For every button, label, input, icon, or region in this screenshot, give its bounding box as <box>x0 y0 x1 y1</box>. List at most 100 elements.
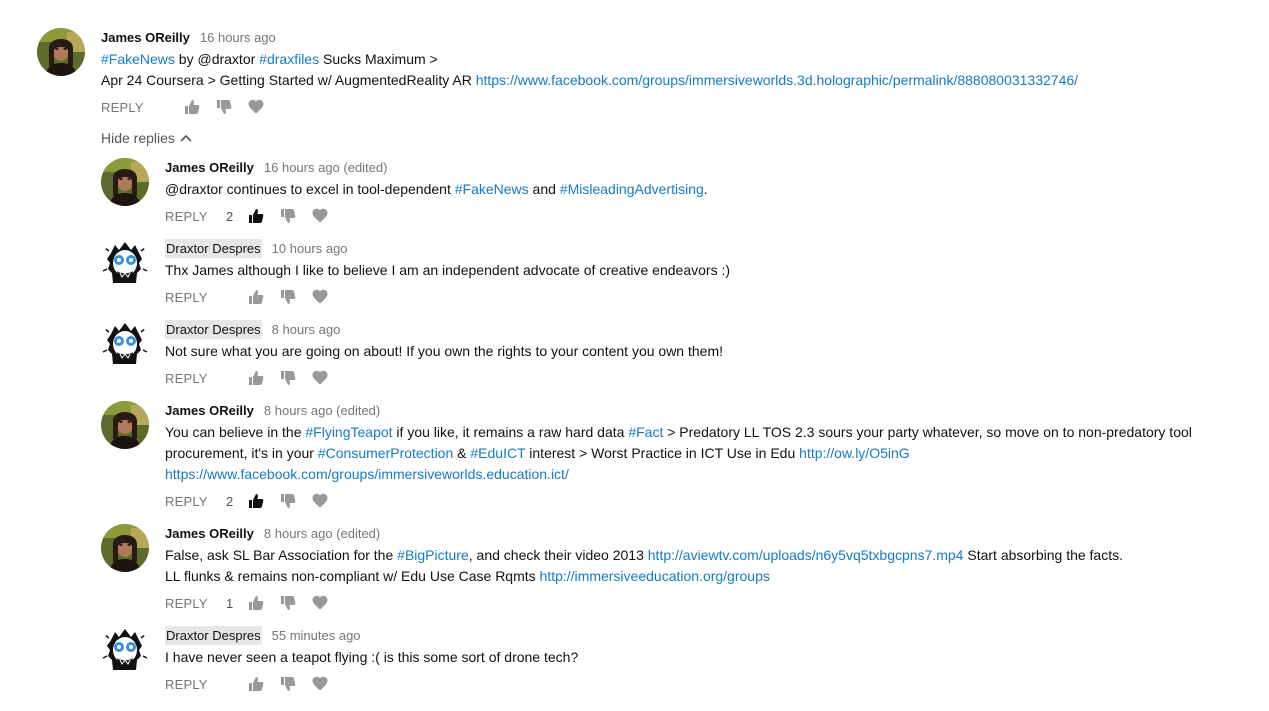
text-segment: . <box>703 181 708 197</box>
heart-icon[interactable] <box>312 370 328 386</box>
thumb-down-icon[interactable] <box>280 595 296 611</box>
comment-actions: REPLY 2 <box>165 204 708 228</box>
comment-actions: REPLY 1 <box>165 591 1123 615</box>
timestamp[interactable]: 16 hours ago (edited) <box>264 158 388 177</box>
thumb-up-icon[interactable] <box>248 493 264 509</box>
comment-header: Draxtor Despres 8 hours ago <box>165 320 723 339</box>
thumb-up-icon[interactable] <box>248 676 264 692</box>
hashtag-link[interactable]: #ConsumerProtection <box>318 445 453 461</box>
url-link[interactable]: http://aviewtv.com/uploads/n6y5vq5txbgcp… <box>648 547 964 563</box>
comment-line: False, ask SL Bar Association for the #B… <box>165 545 1123 566</box>
comment-body: Draxtor Despres 55 minutes ago I have ne… <box>165 626 578 696</box>
author-name[interactable]: James OReilly <box>165 158 254 177</box>
author-name[interactable]: James OReilly <box>165 401 254 420</box>
reply-button[interactable]: REPLY <box>165 290 223 305</box>
heart-icon[interactable] <box>312 289 328 305</box>
comment-actions: REPLY <box>165 672 578 696</box>
text-segment: You can believe in the <box>165 424 306 440</box>
heart-icon[interactable] <box>248 99 264 115</box>
author-name[interactable]: Draxtor Despres <box>165 239 262 258</box>
avatar[interactable] <box>101 320 149 368</box>
reply-button[interactable]: REPLY <box>165 371 223 386</box>
thumb-down-icon[interactable] <box>280 676 296 692</box>
hashtag-link[interactable]: #FlyingTeapot <box>305 424 392 440</box>
comment-body: James OReilly 16 hours ago #FakeNews by … <box>101 28 1078 119</box>
author-name[interactable]: Draxtor Despres <box>165 320 262 339</box>
thumb-up-icon[interactable] <box>248 208 264 224</box>
heart-icon[interactable] <box>312 676 328 692</box>
hashtag-link[interactable]: #EduICT <box>470 445 525 461</box>
text-segment: & <box>453 445 471 461</box>
heart-icon[interactable] <box>312 595 328 611</box>
timestamp[interactable]: 55 minutes ago <box>272 626 361 645</box>
thumb-up-icon[interactable] <box>248 289 264 305</box>
hashtag-link[interactable]: #draxfiles <box>259 51 319 67</box>
avatar[interactable] <box>101 158 149 206</box>
timestamp[interactable]: 10 hours ago <box>272 239 348 258</box>
thumb-up-icon[interactable] <box>248 595 264 611</box>
text-segment: @draxtor continues to excel in tool-depe… <box>165 181 455 197</box>
comment-text: @draxtor continues to excel in tool-depe… <box>165 179 708 200</box>
avatar[interactable] <box>37 28 85 76</box>
timestamp[interactable]: 8 hours ago (edited) <box>264 524 380 543</box>
url-link[interactable]: http://ow.ly/O5inG <box>799 445 910 461</box>
comment-body: James OReilly 8 hours ago (edited) False… <box>165 524 1123 615</box>
text-segment: LL flunks & remains non-compliant w/ Edu… <box>165 568 540 584</box>
hashtag-link[interactable]: #MisleadingAdvertising <box>560 181 704 197</box>
timestamp[interactable]: 8 hours ago <box>272 320 341 339</box>
text-segment: Apr 24 Coursera > Getting Started w/ Aug… <box>101 72 476 88</box>
reply-button[interactable]: REPLY <box>101 100 159 115</box>
reply-button[interactable]: REPLY <box>165 494 223 509</box>
timestamp[interactable]: 8 hours ago (edited) <box>264 401 380 420</box>
top-comment: James OReilly 16 hours ago #FakeNews by … <box>37 28 1078 119</box>
thumb-up-icon[interactable] <box>248 370 264 386</box>
text-segment: , and check their video 2013 <box>468 547 648 563</box>
heart-icon[interactable] <box>312 493 328 509</box>
hashtag-link[interactable]: #FakeNews <box>455 181 529 197</box>
text-segment: by @draxtor <box>174 51 260 67</box>
timestamp[interactable]: 16 hours ago <box>200 28 276 47</box>
hashtag-link[interactable]: #Fact <box>628 424 663 440</box>
comment-header: Draxtor Despres 10 hours ago <box>165 239 730 258</box>
author-name[interactable]: James OReilly <box>101 28 190 47</box>
url-link[interactable]: http://immersiveeducation.org/groups <box>540 568 770 584</box>
like-count: 2 <box>226 208 234 224</box>
reply-comment: Draxtor Despres 10 hours ago Thx James a… <box>101 239 730 309</box>
reply-comment: James OReilly 8 hours ago (edited) You c… <box>101 401 1205 513</box>
author-name[interactable]: Draxtor Despres <box>165 626 262 645</box>
url-link[interactable]: https://www.facebook.com/groups/immersiv… <box>165 466 569 482</box>
avatar[interactable] <box>101 524 149 572</box>
reply-comment: Draxtor Despres 55 minutes ago I have ne… <box>101 626 578 696</box>
thumb-down-icon[interactable] <box>280 208 296 224</box>
avatar[interactable] <box>101 626 149 674</box>
text-segment: Sucks Maximum > <box>319 51 438 67</box>
avatar[interactable] <box>101 401 149 449</box>
text-segment: interest > Worst Practice in ICT Use in … <box>525 445 800 461</box>
comment-header: James OReilly 16 hours ago (edited) <box>165 158 708 177</box>
comment-body: Draxtor Despres 10 hours ago Thx James a… <box>165 239 730 309</box>
reply-button[interactable]: REPLY <box>165 596 223 611</box>
author-name[interactable]: James OReilly <box>165 524 254 543</box>
heart-icon[interactable] <box>312 208 328 224</box>
reply-button[interactable]: REPLY <box>165 677 223 692</box>
url-link[interactable]: https://www.facebook.com/groups/immersiv… <box>476 72 1078 88</box>
hashtag-link[interactable]: #FakeNews <box>101 51 175 67</box>
comment-body: James OReilly 16 hours ago (edited) @dra… <box>165 158 708 228</box>
avatar[interactable] <box>101 239 149 287</box>
thumb-down-icon[interactable] <box>216 99 232 115</box>
hide-replies-toggle[interactable]: Hide replies <box>101 130 192 146</box>
comment-body: James OReilly 8 hours ago (edited) You c… <box>165 401 1205 513</box>
comment-text: Thx James although I like to believe I a… <box>165 262 731 278</box>
reply-button[interactable]: REPLY <box>165 209 223 224</box>
thumb-down-icon[interactable] <box>280 289 296 305</box>
text-segment: if you like, it remains a raw hard data <box>392 424 629 440</box>
comment-actions: REPLY 2 <box>165 489 1205 513</box>
hide-replies-label: Hide replies <box>101 130 175 146</box>
thumb-down-icon[interactable] <box>280 493 296 509</box>
thumb-up-icon[interactable] <box>184 99 200 115</box>
thumb-down-icon[interactable] <box>280 370 296 386</box>
comment-actions: REPLY <box>101 95 1078 119</box>
hashtag-link[interactable]: #BigPicture <box>397 547 469 563</box>
chevron-up-icon <box>180 134 192 142</box>
reply-comment: James OReilly 8 hours ago (edited) False… <box>101 524 1123 615</box>
